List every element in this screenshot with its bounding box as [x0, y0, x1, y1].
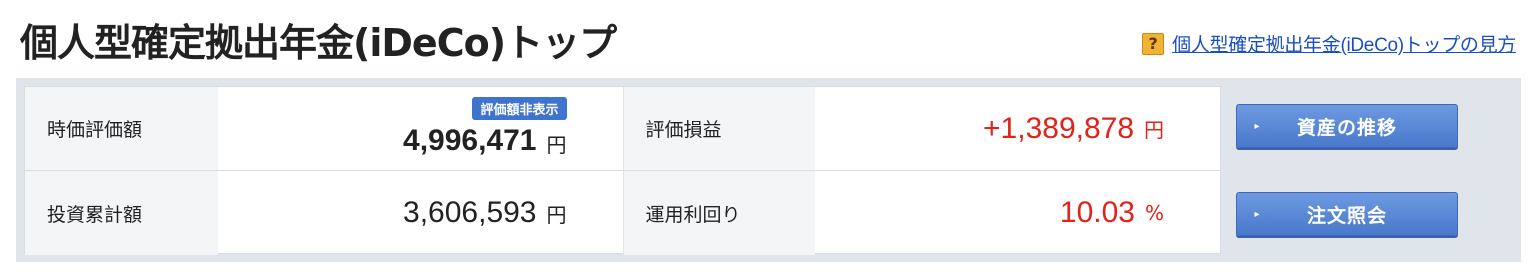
total-contrib-amount: 3,606,593: [403, 196, 537, 229]
asset-trend-button-label: 資産の推移: [1296, 116, 1397, 139]
summary-row-2: 投資累計額 3,606,593 円 運用利回り 10.03 %: [25, 171, 1220, 255]
market-value: 評価額非表示 4,996,471 円: [218, 87, 623, 170]
help-link[interactable]: ? 個人型確定拠出年金(iDeCo)トップの見方: [1142, 30, 1516, 57]
market-value-amount: 4,996,471: [403, 124, 537, 157]
unrealized-pl-label: 評価損益: [622, 87, 816, 170]
unrealized-pl-unit: 円: [1144, 118, 1165, 142]
return-rate: 10.03 %: [815, 171, 1220, 255]
order-inquiry-button-label: 注文照会: [1306, 204, 1387, 227]
total-contrib-unit: 円: [546, 202, 567, 227]
unrealized-pl-amount: +1,389,878: [983, 111, 1135, 145]
unrealized-pl: +1,389,878 円: [815, 87, 1220, 170]
chevron-right-icon: ▸: [1254, 120, 1260, 132]
return-rate-unit: %: [1145, 201, 1165, 225]
return-rate-amount: 10.03: [1059, 196, 1135, 229]
chevron-right-icon: ▸: [1254, 208, 1260, 220]
summary-row-1: 時価評価額 評価額非表示 4,996,471 円 評価損益 +1,389,878…: [25, 87, 1220, 171]
return-rate-label: 運用利回り: [622, 171, 816, 255]
help-icon: ?: [1142, 32, 1165, 55]
page-title: 個人型確定拠出年金(iDeCo)トップ: [20, 21, 617, 65]
total-contrib: 3,606,593 円: [218, 171, 623, 255]
total-contrib-label: 投資累計額: [25, 171, 218, 255]
order-inquiry-button[interactable]: ▸ 注文照会: [1236, 192, 1458, 236]
asset-trend-button[interactable]: ▸ 資産の推移: [1236, 104, 1458, 148]
page-header: 個人型確定拠出年金(iDeCo)トップ ? 個人型確定拠出年金(iDeCo)トッ…: [14, 0, 1522, 74]
help-link-text[interactable]: 個人型確定拠出年金(iDeCo)トップの見方: [1172, 30, 1516, 57]
hide-value-badge[interactable]: 評価額非表示: [472, 97, 567, 120]
market-value-label: 時価評価額: [25, 87, 218, 170]
market-value-unit: 円: [546, 133, 567, 157]
summary-table: 時価評価額 評価額非表示 4,996,471 円 評価損益 +1,389,878…: [24, 86, 1221, 255]
